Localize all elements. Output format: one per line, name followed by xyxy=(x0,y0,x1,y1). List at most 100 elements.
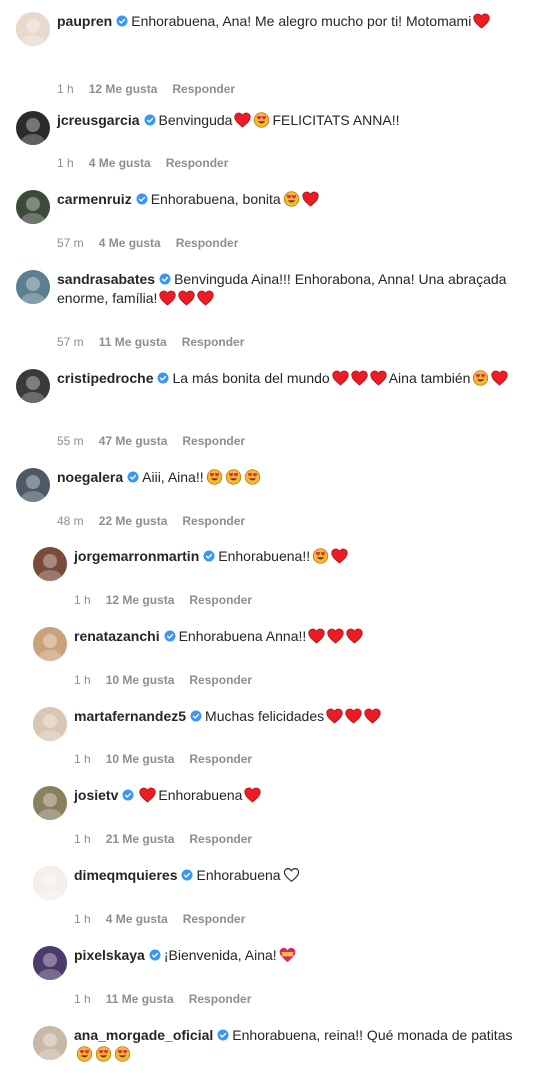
comment-username[interactable]: jcreusgarcia xyxy=(57,112,140,128)
comment-username[interactable]: ana_morgade_oficial xyxy=(74,1027,213,1043)
reply-button[interactable]: Responder xyxy=(183,912,246,926)
avatar[interactable] xyxy=(33,1026,67,1060)
comment-text: Enhorabuena Anna!! xyxy=(178,628,307,644)
likes-count-link[interactable]: 4 Me gusta xyxy=(99,236,161,250)
emoji-group xyxy=(76,1045,133,1064)
comment-username[interactable]: paupren xyxy=(57,13,112,29)
comment-time: 1 h xyxy=(57,156,74,170)
avatar[interactable] xyxy=(16,468,50,502)
red-heart-emoji-icon xyxy=(345,708,362,724)
avatar[interactable] xyxy=(16,111,50,145)
comment-meta: 1 h 21 Me gusta Responder xyxy=(74,832,267,846)
reply-button[interactable]: Responder xyxy=(176,236,239,250)
likes-count-link[interactable]: 10 Me gusta xyxy=(106,752,175,766)
reply-button[interactable]: Responder xyxy=(189,752,252,766)
comment-username[interactable]: josietv xyxy=(74,787,118,803)
comment-meta: 1 h 4 Me gusta Responder xyxy=(74,912,260,926)
avatar[interactable] xyxy=(33,946,67,980)
comment-text: Enhorabuena, bonita xyxy=(150,191,281,207)
emoji-group xyxy=(234,111,272,130)
red-heart-emoji-icon xyxy=(364,708,381,724)
reply-button[interactable]: Responder xyxy=(172,82,235,96)
comment-meta: 1 h 10 Me gusta Responder xyxy=(74,752,267,766)
comment-time: 1 h xyxy=(74,593,91,607)
avatar[interactable] xyxy=(16,369,50,403)
comment-meta: 57 m 4 Me gusta Responder xyxy=(57,236,253,250)
comment-body: paupren Enhorabuena, Ana! Me alegro mucho… xyxy=(57,12,523,31)
likes-count-link[interactable]: 11 Me gusta xyxy=(99,335,167,349)
comment-meta: 57 m 11 Me gusta Responder xyxy=(57,335,259,349)
comment-body: josietv Enhorabuena xyxy=(74,786,523,805)
avatar[interactable] xyxy=(16,190,50,224)
comment-username[interactable]: carmenruiz xyxy=(57,191,132,207)
likes-count-link[interactable]: 22 Me gusta xyxy=(99,514,168,528)
red-heart-emoji-icon xyxy=(326,708,343,724)
heart-eyes-emoji-icon xyxy=(472,370,489,386)
emoji-group xyxy=(244,786,263,805)
emoji-group xyxy=(326,707,383,726)
comment-meta: 1 h 10 Me gusta Responder xyxy=(74,673,267,687)
comment-text: ¡Bienvenida, Aina! xyxy=(163,947,277,963)
likes-count-link[interactable]: 4 Me gusta xyxy=(106,912,168,926)
comment-username[interactable]: pixelskaya xyxy=(74,947,145,963)
emoji-group xyxy=(472,369,510,388)
comment-meta: 1 h 11 Me gusta Responder xyxy=(74,992,266,1006)
avatar[interactable] xyxy=(33,866,67,900)
verified-badge-icon xyxy=(164,630,176,642)
red-heart-emoji-icon xyxy=(197,290,215,306)
reply-button[interactable]: Responder xyxy=(182,514,245,528)
reply-button[interactable]: Responder xyxy=(182,335,245,349)
likes-count-link[interactable]: 11 Me gusta xyxy=(106,992,174,1006)
reply-button[interactable]: Responder xyxy=(182,434,245,448)
red-heart-emoji-icon xyxy=(491,370,509,386)
avatar[interactable] xyxy=(16,270,50,304)
reply-button[interactable]: Responder xyxy=(166,156,229,170)
comment-body: noegalera Aiii, Aina!! xyxy=(57,468,523,487)
comment-body: martafernandez5 Muchas felicidades xyxy=(74,707,523,726)
comment-username[interactable]: cristipedroche xyxy=(57,370,153,386)
comment-text: Aiii, Aina!! xyxy=(142,469,204,485)
comment-username[interactable]: noegalera xyxy=(57,469,123,485)
comment-body: renatazanchi Enhorabuena Anna!! xyxy=(74,627,523,646)
comment-text: Enhorabuena, reina!! Qué monada de patit… xyxy=(232,1027,513,1043)
comments-list: paupren Enhorabuena, Ana! Me alegro mucho… xyxy=(0,0,539,1079)
reply-button[interactable]: Responder xyxy=(189,593,252,607)
heart-eyes-emoji-icon xyxy=(225,469,242,485)
verified-badge-icon xyxy=(217,1029,229,1041)
likes-count-link[interactable]: 12 Me gusta xyxy=(106,593,175,607)
emoji-group xyxy=(473,12,492,31)
comment-username[interactable]: renatazanchi xyxy=(74,628,160,644)
emoji-group xyxy=(308,627,365,646)
heart-eyes-emoji-icon xyxy=(114,1046,131,1062)
avatar[interactable] xyxy=(33,707,67,741)
likes-count-link[interactable]: 4 Me gusta xyxy=(89,156,151,170)
reply-button[interactable]: Responder xyxy=(189,673,252,687)
comment-username[interactable]: martafernandez5 xyxy=(74,708,186,724)
red-heart-emoji-icon xyxy=(473,13,490,29)
heart-eyes-emoji-icon xyxy=(312,548,329,564)
comment-username[interactable]: jorgemarronmartin xyxy=(74,548,199,564)
comment-username[interactable]: sandrasabates xyxy=(57,271,155,287)
avatar[interactable] xyxy=(33,547,67,581)
verified-badge-icon xyxy=(159,273,171,285)
verified-badge-icon xyxy=(144,114,156,126)
comment-time: 1 h xyxy=(74,992,91,1006)
likes-count-link[interactable]: 10 Me gusta xyxy=(106,673,175,687)
avatar[interactable] xyxy=(16,12,50,46)
comment-time: 1 h xyxy=(57,82,74,96)
comment-time: 48 m xyxy=(57,514,84,528)
comment-body: cristipedroche La más bonita del mundo Ain… xyxy=(57,369,523,388)
reply-button[interactable]: Responder xyxy=(189,992,252,1006)
comment-meta: 48 m 22 Me gusta Responder xyxy=(57,514,260,528)
verified-badge-icon xyxy=(116,15,128,27)
verified-badge-icon xyxy=(157,372,169,384)
comment-meta: 55 m 47 Me gusta Responder xyxy=(57,434,260,448)
avatar[interactable] xyxy=(33,786,67,820)
avatar[interactable] xyxy=(33,627,67,661)
emoji-group xyxy=(312,547,350,566)
comment-username[interactable]: dimeqmquieres xyxy=(74,867,177,883)
reply-button[interactable]: Responder xyxy=(189,832,252,846)
likes-count-link[interactable]: 47 Me gusta xyxy=(99,434,168,448)
likes-count-link[interactable]: 21 Me gusta xyxy=(106,832,175,846)
likes-count-link[interactable]: 12 Me gusta xyxy=(89,82,158,96)
